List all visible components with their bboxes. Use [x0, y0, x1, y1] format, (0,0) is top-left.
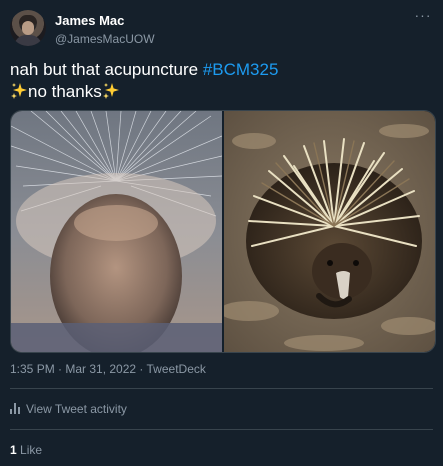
more-options-icon[interactable]: ···	[413, 8, 433, 26]
divider	[10, 388, 433, 389]
view-activity-label: View Tweet activity	[26, 402, 127, 416]
acupuncture-photo[interactable]	[11, 111, 222, 352]
hashtag-link[interactable]: #BCM325	[203, 60, 279, 79]
tweet-header: James Mac @JamesMacUOW ···	[10, 8, 433, 48]
avatar[interactable]	[10, 10, 46, 46]
tweet: James Mac @JamesMacUOW ··· nah but that …	[0, 0, 443, 466]
echidna-photo[interactable]	[224, 111, 435, 352]
tweet-text-line2: no thanks	[28, 82, 102, 101]
tweet-media[interactable]	[10, 110, 436, 353]
like-count-value: 1	[10, 443, 17, 457]
user-handle[interactable]: @JamesMacUOW	[55, 32, 155, 46]
tweet-text-line1: nah but that acupuncture	[10, 60, 203, 79]
bar-chart-icon	[10, 403, 22, 414]
display-name[interactable]: James Mac	[55, 13, 124, 28]
tweet-timestamp[interactable]: 1:35 PM · Mar 31, 2022 · TweetDeck	[10, 362, 206, 376]
divider	[10, 429, 433, 430]
like-label: Like	[20, 443, 43, 457]
tweet-text: nah but that acupuncture #BCM325 no than…	[10, 59, 433, 103]
view-tweet-activity[interactable]: View Tweet activity	[10, 402, 127, 416]
sparkles-icon	[11, 83, 27, 99]
likes-count[interactable]: 1 Like	[10, 443, 42, 457]
sparkles-icon	[102, 83, 119, 99]
